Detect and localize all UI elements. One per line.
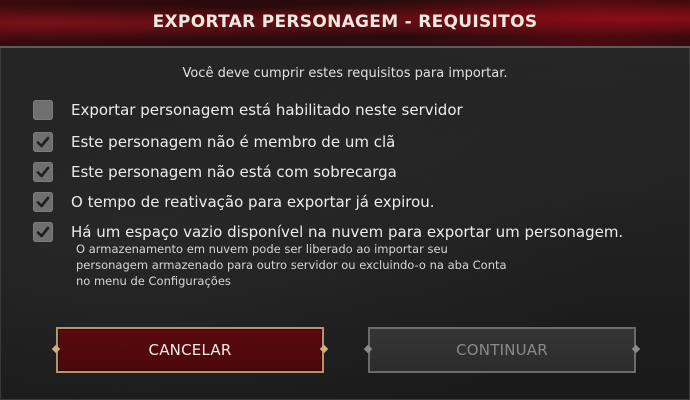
requirement-label: O tempo de reativação para exportar já e… — [71, 193, 435, 211]
requirement-label: Este personagem não está com sobrecarga — [71, 163, 397, 181]
note-line: personagem armazenado para outro servido… — [76, 258, 507, 272]
requirement-cooldown-expired: O tempo de reativação para exportar já e… — [33, 192, 435, 212]
diamond-ornament-icon — [51, 344, 61, 354]
requirement-export-enabled: Exportar personagem está habilitado nest… — [33, 100, 463, 120]
note-line: no menu de Configurações — [76, 274, 231, 288]
continue-button[interactable]: CONTINUAR — [363, 327, 641, 373]
requirement-label: Exportar personagem está habilitado nest… — [71, 101, 463, 119]
check-icon — [36, 136, 50, 148]
continue-button-label: CONTINUAR — [456, 341, 548, 359]
requirement-label: Há um espaço vazio disponível na nuvem p… — [71, 223, 624, 241]
requirements-subtitle: Você deve cumprir estes requisitos para … — [182, 66, 508, 81]
requirement-checkbox-checked — [33, 132, 53, 152]
requirement-not-clan-member: Este personagem não é membro de um clã — [33, 132, 395, 152]
cancel-button-label: CANCELAR — [148, 341, 232, 359]
dialog-titlebar: EXPORTAR PERSONAGEM - REQUISITOS — [0, 0, 690, 48]
note-line: O armazenamento em nuvem pode ser libera… — [76, 242, 448, 256]
dialog-title: EXPORTAR PERSONAGEM - REQUISITOS — [152, 12, 538, 32]
check-icon — [36, 226, 50, 238]
cancel-button[interactable]: CANCELAR — [51, 327, 329, 373]
cloud-storage-note: O armazenamento em nuvem pode ser libera… — [76, 241, 636, 289]
requirement-cloud-space: Há um espaço vazio disponível na nuvem p… — [33, 222, 623, 242]
check-icon — [36, 196, 50, 208]
requirement-not-overloaded: Este personagem não está com sobrecarga — [33, 162, 397, 182]
requirement-checkbox-unchecked — [33, 100, 53, 120]
requirement-checkbox-checked — [33, 162, 53, 182]
diamond-ornament-icon — [319, 344, 329, 354]
requirement-checkbox-checked — [33, 192, 53, 212]
diamond-ornament-icon — [631, 344, 641, 354]
requirement-label: Este personagem não é membro de um clã — [71, 133, 396, 151]
diamond-ornament-icon — [363, 344, 373, 354]
export-character-dialog: EXPORTAR PERSONAGEM - REQUISITOS Você de… — [0, 0, 690, 400]
check-icon — [36, 166, 50, 178]
requirement-checkbox-checked — [33, 222, 53, 242]
